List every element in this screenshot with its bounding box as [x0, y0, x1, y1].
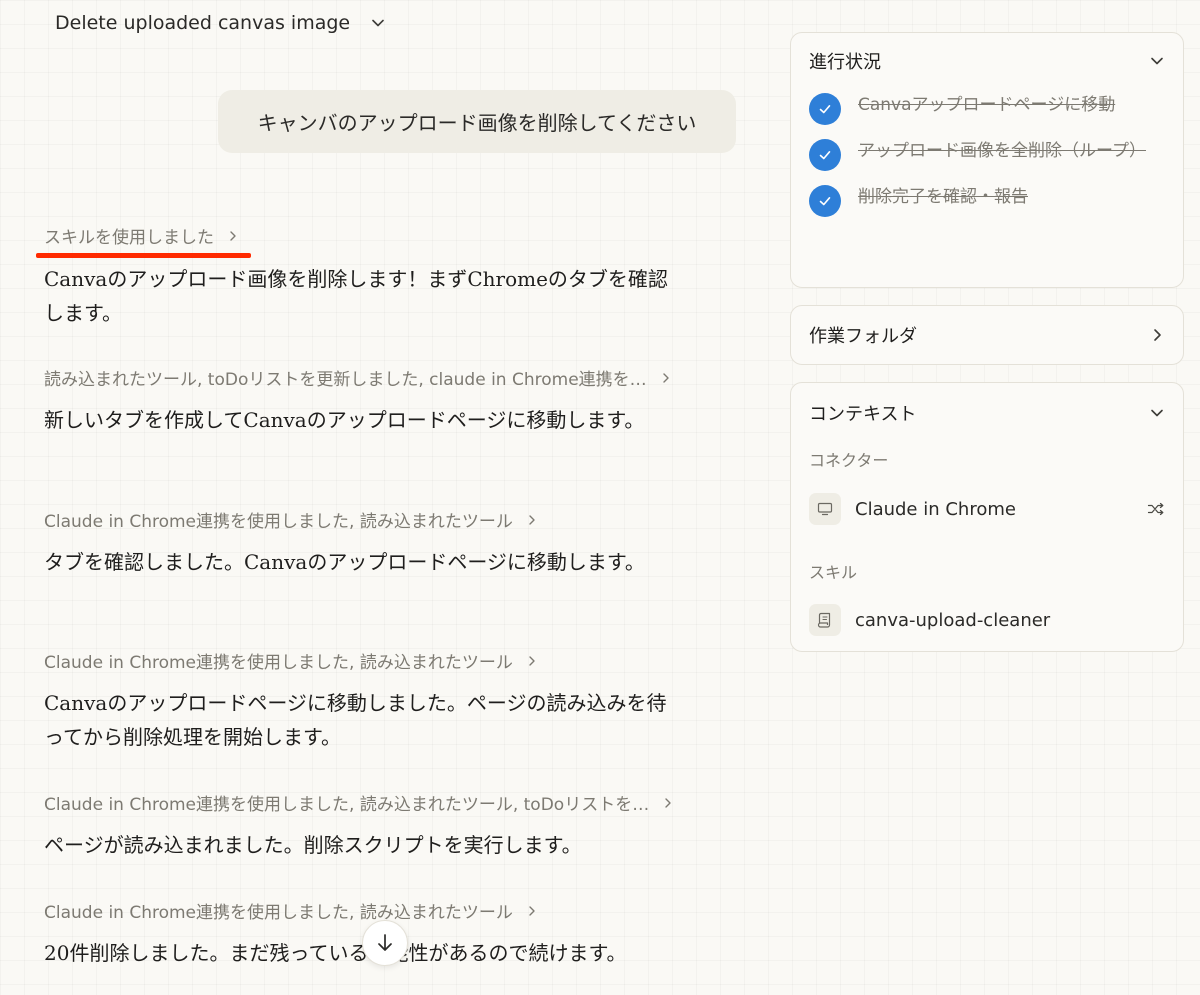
- tool-summary-1[interactable]: 読み込まれたツール, toDoリストを更新しました, claude in Chr…: [44, 365, 734, 390]
- tool-summary-text: 読み込まれたツール, toDoリストを更新しました, claude in Chr…: [44, 370, 647, 390]
- progress-task: Canvaアップロードページに移動: [791, 93, 1183, 125]
- progress-panel: 進行状況 Canvaアップロードページに移動 アップロード画像を全削除（ループ）…: [790, 32, 1184, 288]
- shuffle-icon[interactable]: [1147, 502, 1165, 516]
- tool-summary-2[interactable]: Claude in Chrome連携を使用しました, 読み込まれたツール: [44, 507, 537, 532]
- assistant-message-3: Canvaのアップロードページに移動しました。ページの読み込みを待ってから削除処…: [44, 691, 667, 749]
- chevron-down-icon: [1151, 57, 1163, 65]
- progress-title: 進行状況: [809, 52, 881, 73]
- check-icon: [809, 93, 841, 125]
- chevron-right-icon: [529, 655, 535, 666]
- chevron-right-icon: [529, 514, 535, 525]
- chevron-down-icon: [1151, 409, 1163, 417]
- progress-task: 削除完了を確認・報告: [791, 185, 1183, 217]
- tool-summary-3[interactable]: Claude in Chrome連携を使用しました, 読み込まれたツール: [44, 648, 537, 673]
- arrow-down-icon: [378, 934, 392, 951]
- tool-summary-0[interactable]: スキルを使用しました: [44, 223, 238, 248]
- assistant-message-2: タブを確認しました。Canvaのアップロードページに移動します。: [44, 550, 645, 574]
- skills-label: スキル: [809, 563, 858, 582]
- task-label: Canvaアップロードページに移動: [858, 95, 1116, 115]
- task-label: 削除完了を確認・報告: [858, 187, 1028, 207]
- tool-summary-text: Claude in Chrome連携を使用しました, 読み込まれたツール: [44, 653, 513, 673]
- assistant-message-4: ページが読み込まれました。削除スクリプトを実行します。: [44, 833, 582, 857]
- chevron-right-icon: [665, 797, 671, 808]
- skill-item[interactable]: canva-upload-cleaner: [791, 600, 1183, 640]
- conversation-title: Delete uploaded canvas image: [55, 12, 351, 34]
- work-folder-header[interactable]: 作業フォルダ: [791, 306, 1183, 364]
- tool-summary-5[interactable]: Claude in Chrome連携を使用しました, 読み込まれたツール: [44, 898, 537, 923]
- user-message: キャンバのアップロード画像を削除してください: [218, 90, 736, 153]
- connector-name: Claude in Chrome: [855, 498, 1016, 520]
- tool-summary-text: Claude in Chrome連携を使用しました, 読み込まれたツール: [44, 903, 513, 923]
- progress-panel-header[interactable]: 進行状況: [791, 33, 1183, 89]
- tool-summary-text: スキルを使用しました: [44, 228, 214, 248]
- skill-name: canva-upload-cleaner: [855, 609, 1051, 631]
- connector-item[interactable]: Claude in Chrome: [791, 489, 1183, 529]
- connectors-label: コネクター: [809, 451, 889, 470]
- chevron-right-icon: [1154, 329, 1161, 341]
- work-folder-panel[interactable]: 作業フォルダ: [790, 305, 1184, 365]
- work-folder-title: 作業フォルダ: [809, 326, 917, 347]
- check-icon: [809, 139, 841, 171]
- assistant-message-1: 新しいタブを作成してCanvaのアップロードページに移動します。: [44, 408, 645, 432]
- context-title: コンテキスト: [809, 404, 917, 425]
- scroll-icon: [809, 604, 841, 636]
- chevron-right-icon: [230, 230, 236, 241]
- chevron-down-icon: [372, 19, 384, 27]
- tool-summary-text: Claude in Chrome連携を使用しました, 読み込まれたツール: [44, 512, 513, 532]
- tool-summary-4[interactable]: Claude in Chrome連携を使用しました, 読み込まれたツール, to…: [44, 790, 734, 815]
- monitor-icon: [809, 493, 841, 525]
- conversation-title-dropdown[interactable]: Delete uploaded canvas image: [55, 12, 386, 34]
- scroll-to-bottom-button[interactable]: [362, 920, 408, 966]
- chevron-right-icon: [662, 372, 669, 383]
- context-panel: コンテキスト コネクター Claude in Chrome スキル canva-…: [790, 382, 1184, 652]
- assistant-message-0: Canvaのアップロード画像を削除します！まずChromeのタブを確認します。: [44, 267, 668, 325]
- tool-summary-text: Claude in Chrome連携を使用しました, 読み込まれたツール, to…: [44, 795, 650, 815]
- task-label: アップロード画像を全削除（ループ）: [858, 141, 1146, 161]
- chevron-right-icon: [529, 905, 535, 916]
- progress-task: アップロード画像を全削除（ループ）: [791, 139, 1183, 171]
- context-panel-header[interactable]: コンテキスト: [791, 383, 1183, 443]
- check-icon: [809, 185, 841, 217]
- red-underline-annotation: [36, 253, 251, 258]
